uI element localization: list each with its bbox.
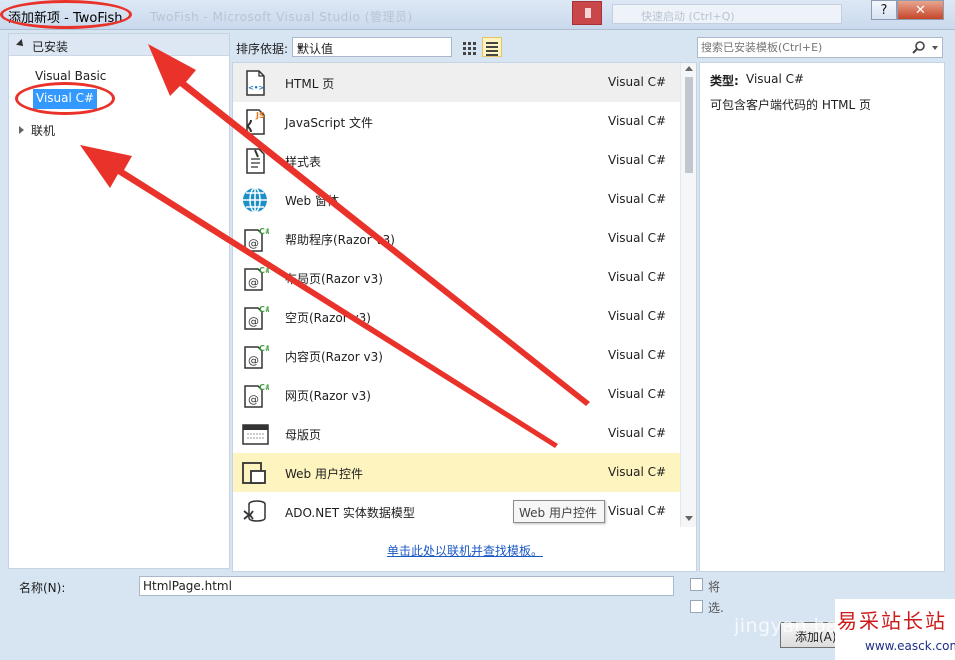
annotation-arrows (80, 44, 590, 448)
annotation-arrow-1 (148, 44, 590, 406)
